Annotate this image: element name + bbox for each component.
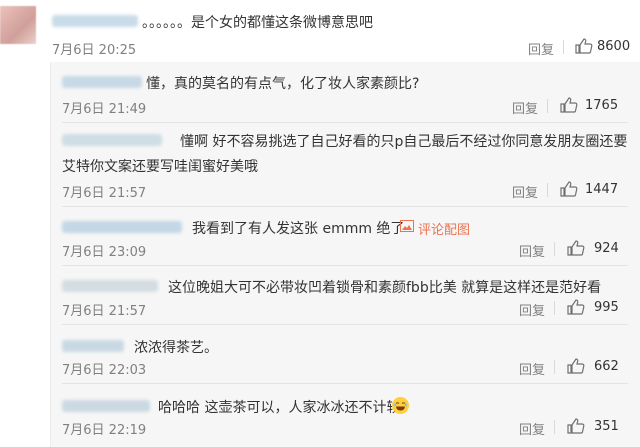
separator (547, 99, 548, 113)
separator (554, 360, 555, 374)
reply-time: 7月6日 21:49 (62, 102, 147, 117)
main-comment-text: 。。。。。。是个女的都懂这条微博意思吧 (142, 15, 373, 31)
picture-icon[interactable] (400, 220, 414, 232)
reply-button[interactable]: 回复 (512, 98, 538, 117)
username-blurred[interactable] (62, 280, 158, 292)
divider (62, 324, 628, 325)
like-count: 1447 (585, 182, 619, 197)
thumbs-up-icon[interactable] (575, 38, 593, 54)
separator (554, 420, 555, 434)
main-comment-time: 7月6日 20:25 (52, 43, 137, 58)
divider (62, 383, 628, 384)
like-count: 995 (594, 300, 619, 315)
reply-button[interactable]: 回复 (519, 241, 545, 260)
reply-time: 7月6日 22:03 (62, 363, 147, 378)
reply-time: 7月6日 21:57 (62, 304, 147, 319)
reply-text: 懂啊 好不容易挑选了自己好看的只p自己最后不经过你同意发朋友圈还要 (180, 134, 628, 150)
reply-button[interactable]: 回复 (519, 359, 545, 378)
like-count: 1765 (585, 98, 619, 113)
username-blurred[interactable] (52, 15, 138, 27)
reply-button[interactable]: 回复 (512, 182, 538, 201)
thumbs-up-icon[interactable] (567, 358, 585, 374)
reply-button[interactable]: 回复 (519, 419, 545, 438)
main-like-count: 8600 (597, 39, 631, 54)
reply-time: 7月6日 22:19 (62, 423, 147, 438)
thumbs-up-icon[interactable] (560, 97, 578, 113)
reply-text: 懂，真的莫名的有点气，化了妆人家素颜比? (146, 76, 420, 92)
reply-text: 哈哈哈 这壶茶可以，人家冰冰还不计较 (158, 400, 401, 416)
divider (62, 122, 628, 123)
thumbs-up-icon[interactable] (567, 299, 585, 315)
separator (563, 40, 564, 54)
username-blurred[interactable] (62, 400, 150, 412)
avatar[interactable] (0, 6, 36, 44)
separator (554, 242, 555, 256)
username-blurred[interactable] (62, 340, 124, 352)
username-blurred[interactable] (62, 134, 162, 146)
reply-time: 7月6日 23:09 (62, 245, 147, 260)
main-reply-button[interactable]: 回复 (528, 39, 554, 58)
divider (62, 206, 628, 207)
reply-text: 浓浓得茶艺。 (134, 340, 218, 356)
like-count: 924 (594, 241, 619, 256)
reply-time: 7月6日 21:57 (62, 186, 147, 201)
thumbs-up-icon[interactable] (560, 181, 578, 197)
username-blurred[interactable] (62, 221, 182, 233)
username-blurred[interactable] (62, 76, 142, 88)
like-count: 662 (594, 359, 619, 374)
laughing-emoji-icon (392, 397, 409, 414)
thumbs-up-icon[interactable] (567, 418, 585, 434)
separator (547, 183, 548, 197)
reply-text-continued: 艾特你文案还要写哇闺蜜好美哦 (62, 159, 258, 175)
comment-image-link[interactable]: 评论配图 (418, 219, 470, 238)
reply-text: 这位晚姐大可不必带妆凹着锁骨和素颜fbb比美 就算是这样还是范好看 (168, 280, 602, 296)
divider (62, 265, 628, 266)
reply-button[interactable]: 回复 (519, 300, 545, 319)
separator (554, 301, 555, 315)
like-count: 351 (594, 419, 619, 434)
thumbs-up-icon[interactable] (567, 240, 585, 256)
reply-text: 我看到了有人发这张 emmm 绝了 (192, 221, 405, 237)
